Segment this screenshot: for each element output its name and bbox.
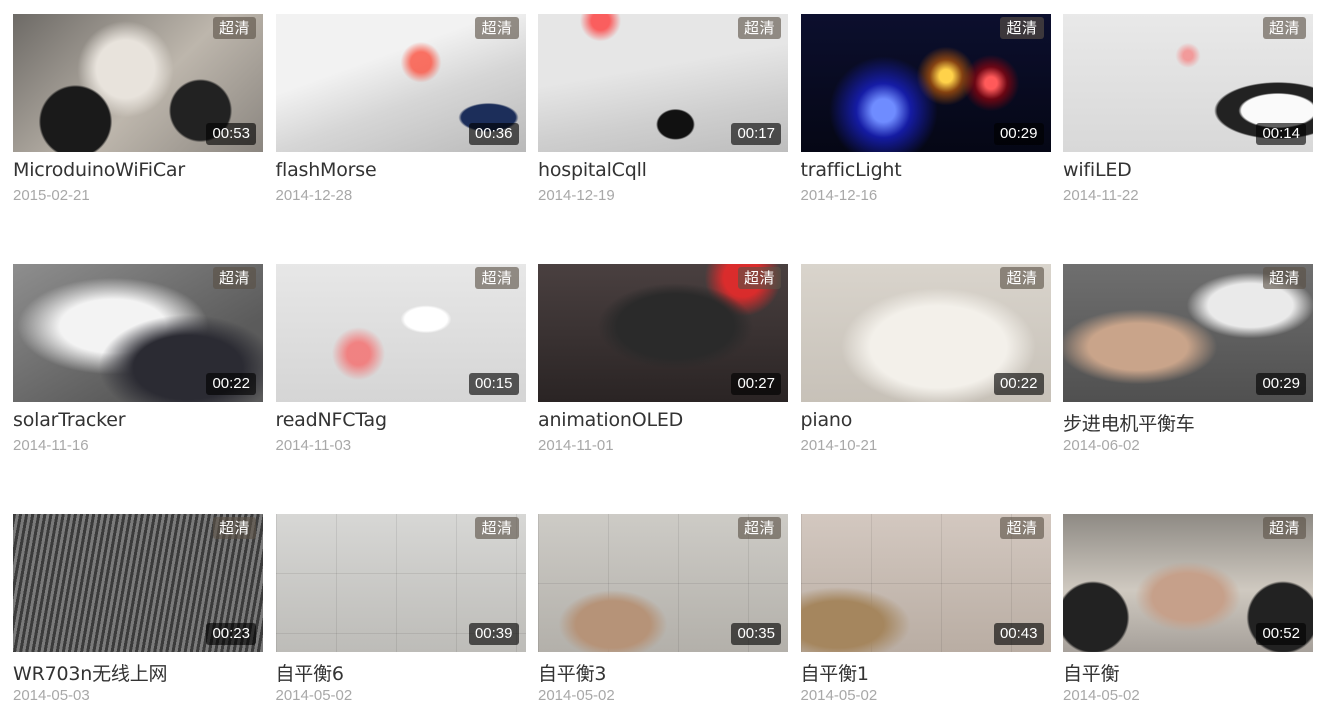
video-thumbnail[interactable]: 超清 00:22 <box>13 264 263 402</box>
video-thumbnail[interactable]: 超清 00:35 <box>538 514 788 652</box>
video-title[interactable]: 自平衡6 <box>276 659 344 686</box>
hd-badge: 超清 <box>1000 17 1044 39</box>
video-date: 2015-02-21 <box>13 187 90 204</box>
hd-badge: 超清 <box>1000 267 1044 289</box>
video-duration: 00:52 <box>1256 623 1306 645</box>
video-card-3[interactable]: 超清 00:17 hospitalCqll 2014-12-19 <box>538 14 788 204</box>
hd-badge: 超清 <box>212 517 256 539</box>
video-duration: 00:36 <box>468 123 519 145</box>
video-title[interactable]: MicroduinoWiFiCar <box>13 159 185 181</box>
video-duration: 00:53 <box>206 123 256 145</box>
video-duration: 00:35 <box>731 623 781 645</box>
video-title[interactable]: hospitalCqll <box>538 159 647 181</box>
hd-badge: 超清 <box>475 267 519 289</box>
video-card-4[interactable]: 超清 00:29 trafficLight 2014-12-16 <box>800 14 1051 204</box>
hd-badge: 超清 <box>475 517 519 539</box>
video-duration: 00:15 <box>468 373 519 395</box>
video-duration: 00:17 <box>731 123 781 145</box>
video-title[interactable]: readNFCTag <box>276 409 388 431</box>
video-duration: 00:22 <box>206 373 256 395</box>
video-card-15[interactable]: 超清 00:52 自平衡 2014-05-02 <box>1063 514 1313 704</box>
video-duration: 00:22 <box>993 373 1044 395</box>
video-title[interactable]: 自平衡 <box>1063 659 1120 686</box>
video-card-7[interactable]: 超清 00:15 readNFCTag 2014-11-03 <box>275 264 526 454</box>
video-date: 2014-12-19 <box>538 187 615 204</box>
video-title[interactable]: flashMorse <box>276 159 377 181</box>
video-thumbnail[interactable]: 超清 00:39 <box>275 514 526 652</box>
hd-badge: 超清 <box>1262 17 1306 39</box>
video-card-1[interactable]: 超清 00:53 MicroduinoWiFiCar 2015-02-21 <box>13 14 263 204</box>
video-thumbnail[interactable]: 超清 00:53 <box>13 14 263 152</box>
video-date: 2014-10-21 <box>800 437 878 454</box>
hd-badge: 超清 <box>737 267 781 289</box>
video-duration: 00:39 <box>468 623 519 645</box>
video-duration: 00:23 <box>206 623 256 645</box>
video-title[interactable]: 步进电机平衡车 <box>1063 409 1195 436</box>
video-card-2[interactable]: 超清 00:36 flashMorse 2014-12-28 <box>275 14 526 204</box>
video-date: 2014-11-16 <box>13 437 89 454</box>
video-card-13[interactable]: 超清 00:35 自平衡3 2014-05-02 <box>538 514 788 704</box>
video-card-5[interactable]: 超清 00:14 wifiLED 2014-11-22 <box>1063 14 1313 204</box>
hd-badge: 超清 <box>212 17 256 39</box>
video-card-14[interactable]: 超清 00:43 自平衡1 2014-05-02 <box>800 514 1051 704</box>
video-date: 2014-05-02 <box>800 687 878 704</box>
hd-badge: 超清 <box>212 267 256 289</box>
video-duration: 00:14 <box>1256 123 1306 145</box>
video-card-9[interactable]: 超清 00:22 piano 2014-10-21 <box>800 264 1051 454</box>
video-thumbnail[interactable]: 超清 00:43 <box>800 514 1051 652</box>
video-thumbnail[interactable]: 超清 00:29 <box>800 14 1051 152</box>
video-title[interactable]: trafficLight <box>801 159 902 181</box>
hd-badge: 超清 <box>737 517 781 539</box>
video-title[interactable]: solarTracker <box>13 409 126 431</box>
video-date: 2014-05-02 <box>538 687 615 704</box>
video-title[interactable]: WR703n无线上网 <box>13 659 167 686</box>
video-thumbnail[interactable]: 超清 00:15 <box>275 264 526 402</box>
video-date: 2014-05-03 <box>13 687 90 704</box>
video-duration: 00:29 <box>1256 373 1306 395</box>
video-thumbnail[interactable]: 超清 00:22 <box>800 264 1051 402</box>
video-thumbnail[interactable]: 超清 00:52 <box>1063 514 1313 652</box>
video-title[interactable]: 自平衡1 <box>801 659 869 686</box>
video-card-11[interactable]: 超清 00:23 WR703n无线上网 2014-05-03 <box>13 514 263 704</box>
video-title[interactable]: piano <box>801 409 853 431</box>
video-card-6[interactable]: 超清 00:22 solarTracker 2014-11-16 <box>13 264 263 454</box>
video-thumbnail[interactable]: 超清 00:23 <box>13 514 263 652</box>
video-duration: 00:43 <box>993 623 1044 645</box>
video-duration: 00:29 <box>993 123 1044 145</box>
video-card-10[interactable]: 超清 00:29 步进电机平衡车 2014-06-02 <box>1063 264 1313 454</box>
hd-badge: 超清 <box>475 17 519 39</box>
video-card-8[interactable]: 超清 00:27 animationOLED 2014-11-01 <box>538 264 788 454</box>
hd-badge: 超清 <box>737 17 781 39</box>
video-thumbnail[interactable]: 超清 00:36 <box>275 14 526 152</box>
video-date: 2014-11-22 <box>1063 187 1139 204</box>
video-thumbnail[interactable]: 超清 00:27 <box>538 264 788 402</box>
video-title[interactable]: 自平衡3 <box>538 659 606 686</box>
video-date: 2014-12-16 <box>800 187 878 204</box>
video-date: 2014-05-02 <box>275 687 353 704</box>
hd-badge: 超清 <box>1262 517 1306 539</box>
video-grid: 超清 00:53 MicroduinoWiFiCar 2015-02-21 超清… <box>13 14 1313 704</box>
video-date: 2014-12-28 <box>275 187 353 204</box>
video-thumbnail[interactable]: 超清 00:14 <box>1063 14 1313 152</box>
video-date: 2014-11-03 <box>275 437 352 454</box>
video-thumbnail[interactable]: 超清 00:29 <box>1063 264 1313 402</box>
video-date: 2014-06-02 <box>1063 437 1140 454</box>
hd-badge: 超清 <box>1262 267 1306 289</box>
video-thumbnail[interactable]: 超清 00:17 <box>538 14 788 152</box>
video-duration: 00:27 <box>731 373 781 395</box>
video-title[interactable]: wifiLED <box>1063 159 1132 181</box>
video-date: 2014-11-01 <box>538 437 614 454</box>
video-title[interactable]: animationOLED <box>538 409 683 431</box>
video-card-12[interactable]: 超清 00:39 自平衡6 2014-05-02 <box>275 514 526 704</box>
hd-badge: 超清 <box>1000 517 1044 539</box>
video-date: 2014-05-02 <box>1063 687 1140 704</box>
